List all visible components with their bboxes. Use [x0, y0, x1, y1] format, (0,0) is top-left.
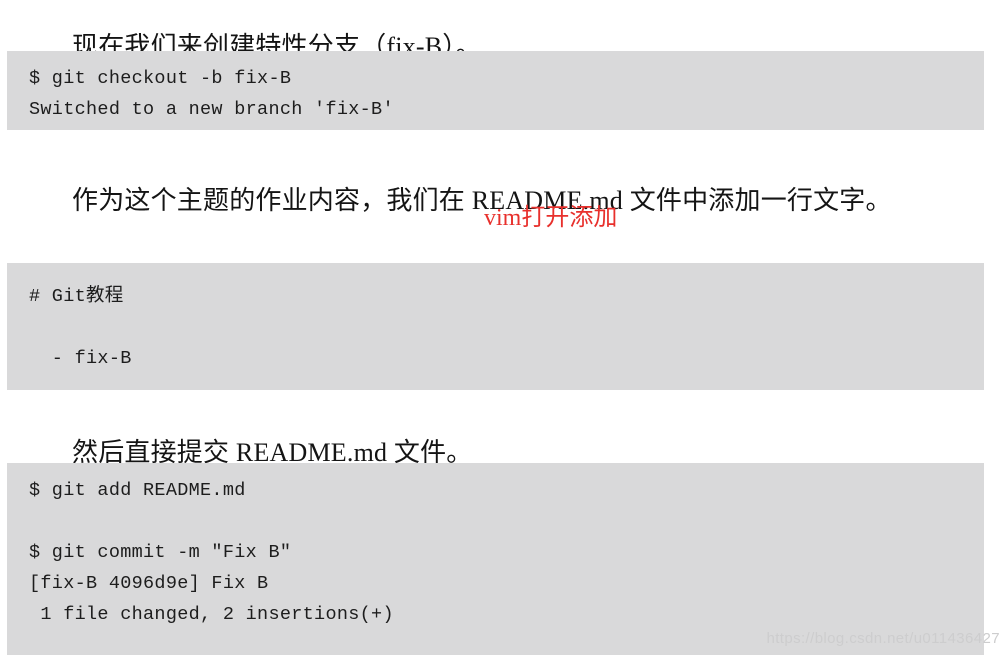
- code-block-git-commit: $ git add README.md $ git commit -m "Fix…: [7, 463, 984, 655]
- document-page: 现在我们来创建特性分支（fix-B）。 $ git checkout -b fi…: [0, 0, 1008, 655]
- code-line: Switched to a new branch 'fix-B': [29, 99, 394, 120]
- annotation-vim-open-add: vim打开添加: [484, 205, 618, 231]
- code-block-readme-content: # Git教程 - fix-B: [7, 263, 984, 390]
- code-line: $ git checkout -b fix-B: [29, 68, 292, 89]
- code-block-git-checkout: $ git checkout -b fix-B Switched to a ne…: [7, 51, 984, 130]
- code-line: - fix-B: [29, 348, 132, 369]
- watermark-source-url: https://blog.csdn.net/u011436427: [766, 630, 1000, 647]
- code-line: # Git教程: [29, 286, 124, 307]
- code-line: $ git add README.md: [29, 480, 246, 501]
- code-line: [fix-B 4096d9e] Fix B: [29, 573, 269, 594]
- code-line: 1 file changed, 2 insertions(+): [29, 604, 394, 625]
- code-line: $ git commit -m "Fix B": [29, 542, 292, 563]
